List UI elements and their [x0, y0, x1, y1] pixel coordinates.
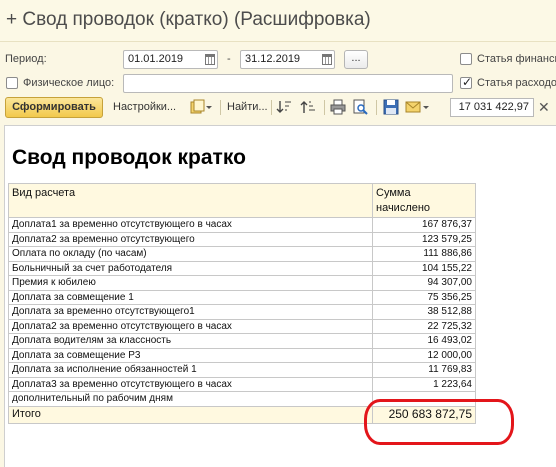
row-name: Доплата2 за временно отсутствующего в ча…: [8, 318, 373, 334]
table-row[interactable]: Доплата водителям за классность 16 493,02: [8, 333, 476, 349]
calendar-icon[interactable]: [322, 54, 332, 65]
toolbar-separator: [220, 100, 221, 115]
table-row[interactable]: Доплата за исполнение обязанностей 1 11 7…: [8, 362, 476, 378]
row-name: Премия к юбилею: [8, 275, 373, 291]
row-value: 123 579,25: [372, 231, 476, 247]
total-label: Итого: [8, 405, 373, 424]
row-value: 75 356,25: [372, 289, 476, 305]
column-header-sum: Сумма начислено: [372, 183, 476, 218]
row-value: 12 000,00: [372, 347, 476, 363]
row-value: 1 223,64: [372, 376, 476, 392]
window-title: + Свод проводок (кратко) (Расшифровка): [6, 9, 371, 30]
row-value: [372, 391, 476, 407]
table-row[interactable]: Доплата за временно отсутствующего1 38 51…: [8, 304, 476, 320]
table-row[interactable]: Доплата за совмещение 1 75 356,25: [8, 289, 476, 305]
report-title: Свод проводок кратко: [12, 146, 246, 169]
sort-descending-icon[interactable]: [276, 99, 292, 115]
row-value: 38 512,88: [372, 304, 476, 320]
table-row[interactable]: дополнительный по рабочим дням: [8, 391, 476, 407]
selected-sum-value: 17 031 422,97: [458, 101, 529, 113]
row-value: 167 876,37: [372, 217, 476, 233]
find-button[interactable]: Найти...: [227, 101, 268, 113]
clear-icon[interactable]: ✕: [538, 99, 550, 116]
report-table: Вид расчета Сумма начислено Доплата1 за …: [8, 183, 476, 424]
calendar-icon[interactable]: [205, 54, 215, 65]
report-sheet: Свод проводок кратко Вид расчета Сумма н…: [4, 125, 556, 467]
email-icon[interactable]: [405, 99, 429, 115]
report-window: + Свод проводок (кратко) (Расшифровка) П…: [0, 0, 556, 467]
row-name: Доплата2 за временно отсутствующего: [8, 231, 373, 247]
generate-button[interactable]: Сформировать: [5, 97, 103, 118]
save-icon[interactable]: [383, 99, 399, 115]
row-name: Доплата1 за временно отсутствующего в ча…: [8, 217, 373, 233]
print-icon[interactable]: [330, 99, 346, 115]
date-separator: -: [227, 53, 231, 65]
period-label: Период:: [5, 53, 47, 65]
row-name: Доплата за временно отсутствующего1: [8, 304, 373, 320]
table-header-row: Вид расчета Сумма начислено: [8, 183, 476, 218]
row-name: Доплата за совмещение 1: [8, 289, 373, 305]
row-name: Оплата по окладу (по часам): [8, 246, 373, 262]
settings-button[interactable]: Настройки...: [113, 101, 176, 113]
row-name: Доплата3 за временно отсутствующего в ча…: [8, 376, 373, 392]
report-variants-icon[interactable]: [190, 99, 212, 115]
date-to-field[interactable]: 31.12.2019: [240, 50, 335, 69]
total-row[interactable]: Итого 250 683 872,75: [8, 405, 476, 424]
period-row: Период: 01.01.2019 - 31.12.2019 ... Стат…: [0, 48, 556, 72]
person-label: Физическое лицо:: [23, 77, 115, 89]
date-to-value: 31.12.2019: [245, 53, 301, 65]
toolbar-separator: [271, 100, 272, 115]
toolbar-separator: [376, 100, 377, 115]
toolbar-separator: [324, 100, 325, 115]
report-toolbar: Сформировать Настройки... Найти... 17 03…: [0, 95, 556, 121]
row-value: 22 725,32: [372, 318, 476, 334]
expense-article-label: Статья расходо: [477, 77, 556, 89]
expense-article-checkbox[interactable]: [460, 75, 472, 89]
table-row[interactable]: Премия к юбилею 94 307,00: [8, 275, 476, 291]
row-name: Доплата водителям за классность: [8, 333, 373, 349]
row-value: 111 886,86: [372, 246, 476, 262]
column-header-sum-label: Сумма начислено: [376, 187, 431, 214]
total-value: 250 683 872,75: [372, 405, 476, 424]
table-row[interactable]: Доплата1 за временно отсутствующего в ча…: [8, 217, 476, 233]
select-period-button[interactable]: ...: [344, 50, 368, 69]
row-name: Доплата за совмещение Р3: [8, 347, 373, 363]
row-value: 104 155,22: [372, 260, 476, 276]
row-name: Больничный за счет работодателя: [8, 260, 373, 276]
table-row[interactable]: Оплата по окладу (по часам) 111 886,86: [8, 246, 476, 262]
title-bar: + Свод проводок (кратко) (Расшифровка): [0, 0, 556, 42]
row-value: 94 307,00: [372, 275, 476, 291]
person-field[interactable]: [123, 74, 453, 93]
column-header-name: Вид расчета: [8, 183, 373, 218]
table-row[interactable]: Доплата2 за временно отсутствующего 123 5…: [8, 231, 476, 247]
table-row[interactable]: Больничный за счет работодателя 104 155,2…: [8, 260, 476, 276]
table-row[interactable]: Доплата за совмещение Р3 12 000,00: [8, 347, 476, 363]
row-name: Доплата за исполнение обязанностей 1: [8, 362, 373, 378]
fin-article-label: Статья финанси: [477, 53, 556, 65]
person-checkbox[interactable]: [6, 77, 18, 89]
print-preview-icon[interactable]: [352, 99, 368, 115]
row-name: дополнительный по рабочим дням: [8, 391, 373, 407]
table-row[interactable]: Доплата3 за временно отсутствующего в ча…: [8, 376, 476, 392]
date-from-value: 01.01.2019: [128, 53, 184, 65]
sort-ascending-icon[interactable]: [300, 99, 316, 115]
row-value: 16 493,02: [372, 333, 476, 349]
fin-article-checkbox[interactable]: [460, 53, 472, 65]
selected-sum-field[interactable]: 17 031 422,97: [450, 98, 534, 117]
date-from-field[interactable]: 01.01.2019: [123, 50, 218, 69]
person-row: Физическое лицо: Статья расходо: [0, 72, 556, 96]
row-value: 11 769,83: [372, 362, 476, 378]
table-row[interactable]: Доплата2 за временно отсутствующего в ча…: [8, 318, 476, 334]
